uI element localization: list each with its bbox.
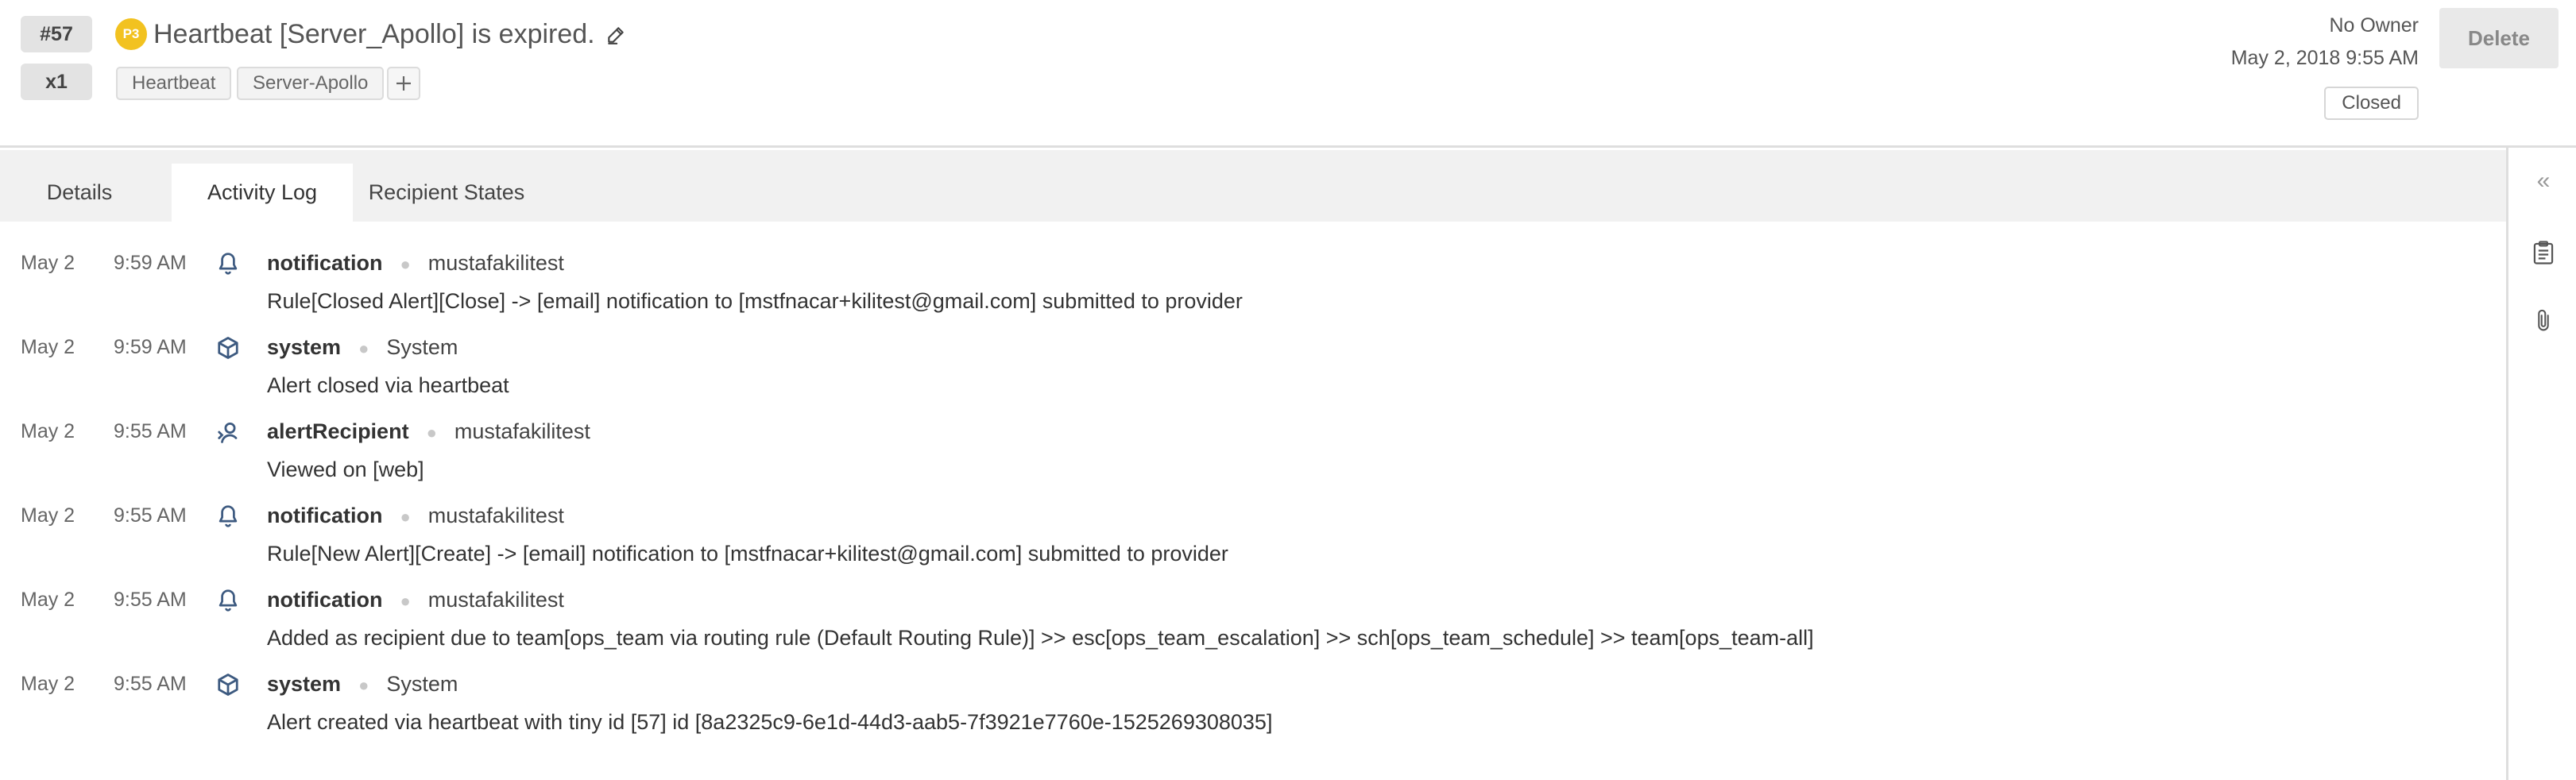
clipboard-icon bbox=[2533, 241, 2554, 265]
log-type-line: system ● System bbox=[267, 672, 458, 697]
tag-server-apollo[interactable]: Server-Apollo bbox=[237, 67, 385, 100]
alert-count-badge: x1 bbox=[21, 64, 92, 100]
tab-bar: Details Activity Log Recipient States bbox=[0, 150, 2506, 222]
tab-recipient-states[interactable]: Recipient States bbox=[354, 164, 539, 222]
tab-activity-log[interactable]: Activity Log bbox=[172, 164, 353, 222]
log-time: 9:59 AM bbox=[114, 252, 187, 274]
alert-header: #57 x1 P3 Heartbeat [Server_Apollo] is e… bbox=[0, 0, 2576, 148]
log-type: system bbox=[267, 672, 342, 696]
separator-dot: ● bbox=[400, 591, 411, 611]
double-chevron-left-icon: « bbox=[2536, 168, 2551, 194]
log-type: alertRecipient bbox=[267, 419, 409, 443]
log-entry: May 2 9:55 AM alertRecipient ● mustafakilite… bbox=[0, 390, 2506, 481]
log-type-line: notification ● mustafakilitest bbox=[267, 588, 564, 612]
bell-icon bbox=[215, 503, 242, 530]
status-badge: Closed bbox=[2324, 87, 2419, 120]
log-user: mustafakilitest bbox=[427, 251, 564, 275]
log-type: notification bbox=[267, 251, 383, 275]
collapse-panel-button[interactable]: « bbox=[2526, 164, 2561, 199]
log-time: 9:55 AM bbox=[114, 420, 187, 442]
log-entry: May 2 9:55 AM notification ● mustafakilitest… bbox=[0, 474, 2506, 566]
log-time: 9:55 AM bbox=[114, 673, 187, 695]
log-time: 9:55 AM bbox=[114, 589, 187, 611]
separator-dot: ● bbox=[400, 254, 411, 274]
log-entry: May 2 9:59 AM system ● System Alert closed vi… bbox=[0, 306, 2506, 397]
log-date: May 2 bbox=[21, 504, 75, 527]
cube-icon bbox=[215, 334, 242, 361]
alert-number-badge: #57 bbox=[21, 16, 92, 52]
plus-icon bbox=[396, 76, 411, 91]
log-entry: May 2 9:55 AM notification ● mustafakilitest… bbox=[0, 558, 2506, 650]
log-type: notification bbox=[267, 504, 383, 527]
tab-details[interactable]: Details bbox=[0, 164, 159, 222]
log-time: 9:55 AM bbox=[114, 504, 187, 527]
log-user: System bbox=[386, 335, 458, 359]
cube-icon bbox=[215, 671, 242, 698]
edit-title-icon[interactable] bbox=[602, 21, 629, 48]
notes-button[interactable] bbox=[2526, 235, 2561, 270]
bell-icon bbox=[215, 250, 242, 277]
log-date: May 2 bbox=[21, 336, 75, 358]
log-type-line: notification ● mustafakilitest bbox=[267, 251, 564, 276]
log-date: May 2 bbox=[21, 420, 75, 442]
log-type: notification bbox=[267, 588, 383, 612]
log-user: mustafakilitest bbox=[427, 588, 564, 612]
log-type-line: alertRecipient ● mustafakilitest bbox=[267, 419, 590, 444]
alert-title: Heartbeat [Server_Apollo] is expired. bbox=[153, 19, 595, 49]
tag-heartbeat[interactable]: Heartbeat bbox=[116, 67, 232, 100]
log-user: mustafakilitest bbox=[427, 504, 564, 527]
add-tag-button[interactable] bbox=[387, 67, 420, 100]
log-date: May 2 bbox=[21, 673, 75, 695]
activity-log-list: May 2 9:59 AM notification ● mustafakilitest… bbox=[0, 222, 2506, 780]
bell-icon bbox=[215, 587, 242, 614]
separator-dot: ● bbox=[358, 675, 369, 695]
separator-dot: ● bbox=[426, 423, 437, 442]
attachments-button[interactable] bbox=[2526, 303, 2561, 338]
log-type: system bbox=[267, 335, 342, 359]
log-user: mustafakilitest bbox=[454, 419, 590, 443]
log-message: Alert created via heartbeat with tiny id… bbox=[267, 710, 1273, 734]
user-recipient-icon bbox=[215, 419, 242, 446]
priority-badge: P3 bbox=[115, 18, 147, 50]
log-date: May 2 bbox=[21, 589, 75, 611]
side-rail: « bbox=[2506, 148, 2576, 780]
delete-button[interactable]: Delete bbox=[2439, 8, 2559, 68]
separator-dot: ● bbox=[400, 507, 411, 527]
log-date: May 2 bbox=[21, 252, 75, 274]
owner-label[interactable]: No Owner bbox=[2329, 14, 2419, 37]
log-time: 9:59 AM bbox=[114, 336, 187, 358]
log-type-line: notification ● mustafakilitest bbox=[267, 504, 564, 528]
log-type-line: system ● System bbox=[267, 335, 458, 360]
log-entry: May 2 9:59 AM notification ● mustafakilitest… bbox=[0, 222, 2506, 313]
log-user: System bbox=[386, 672, 458, 696]
created-timestamp: May 2, 2018 9:55 AM bbox=[2230, 47, 2419, 69]
paperclip-icon bbox=[2538, 309, 2549, 331]
log-entry: May 2 9:55 AM system ● System Alert created v… bbox=[0, 643, 2506, 734]
separator-dot: ● bbox=[358, 338, 369, 358]
